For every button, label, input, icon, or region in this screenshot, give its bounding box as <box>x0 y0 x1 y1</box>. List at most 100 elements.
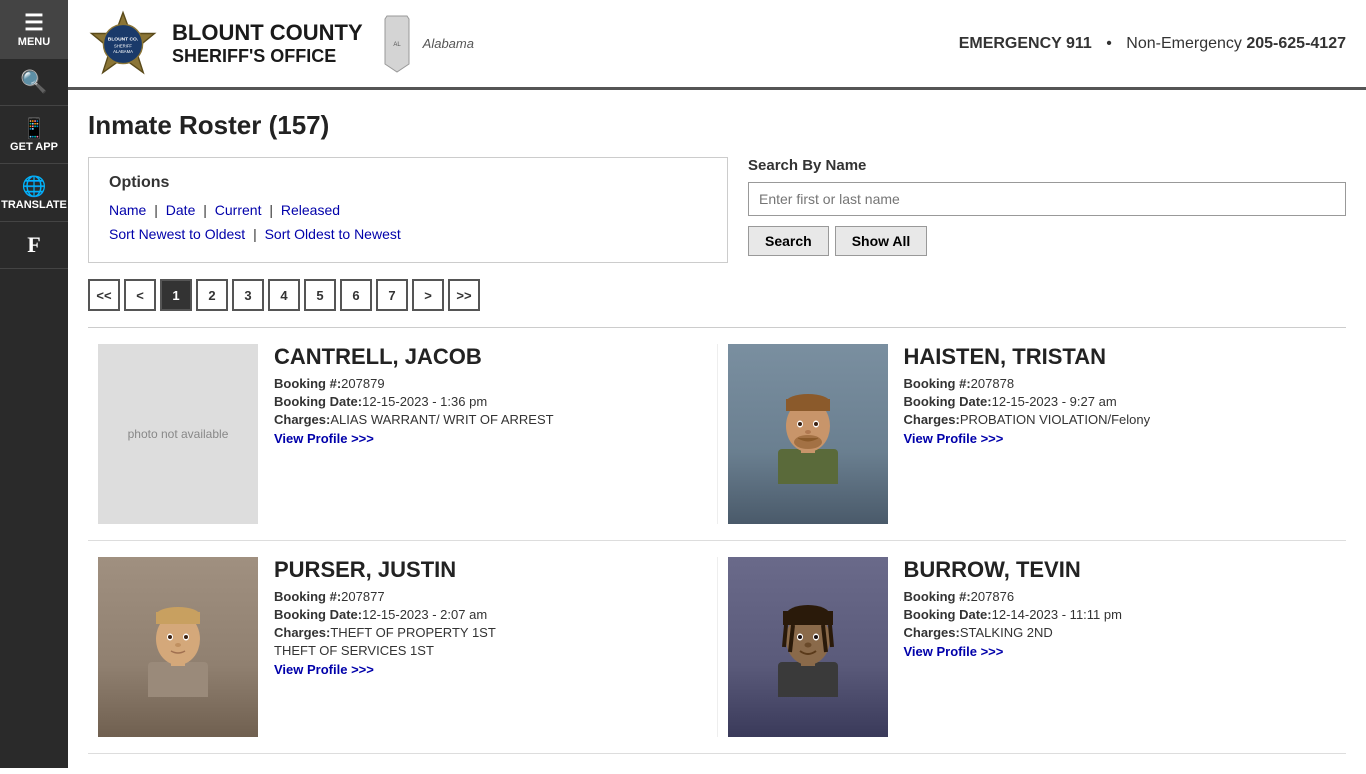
separator: • <box>1106 35 1112 52</box>
booking-num: Booking #:207876 <box>904 589 1122 604</box>
sep2: | <box>203 202 211 218</box>
inmate-name: PURSER, JUSTIN <box>274 557 496 583</box>
globe-icon: 🌐 <box>22 174 47 199</box>
booking-num: Booking #:207879 <box>274 376 554 391</box>
page-btn-6[interactable]: 6 <box>340 279 372 311</box>
inmate-photo-cantrell: photo not available <box>98 344 258 524</box>
charges: Charges:THEFT OF PROPERTY 1ST <box>274 625 496 640</box>
svg-text:AL: AL <box>393 42 401 48</box>
sidebar-menu-label: MENU <box>18 36 50 48</box>
inmate-list: photo not available CANTRELL, JACOB Book… <box>88 327 1346 754</box>
inmate-photo-haisten <box>728 344 888 524</box>
page-btn-7[interactable]: 7 <box>376 279 408 311</box>
page-btn-[interactable]: > <box>412 279 444 311</box>
inmate-name: BURROW, TEVIN <box>904 557 1122 583</box>
sidebar-item-search[interactable]: 🔍 <box>0 59 68 106</box>
search-button[interactable]: Search <box>748 226 829 256</box>
page-btn-3[interactable]: 3 <box>232 279 264 311</box>
booking-date: Booking Date:12-15-2023 - 9:27 am <box>904 394 1151 409</box>
sep3: | <box>269 202 277 218</box>
sidebar-item-translate[interactable]: 🌐 TRANSLATE <box>0 164 68 222</box>
facebook-icon: f <box>27 232 40 258</box>
sort-oldest-link[interactable]: Sort Oldest to Newest <box>265 226 401 242</box>
inmate-cantrell: photo not available CANTRELL, JACOB Book… <box>88 344 717 524</box>
booking-date: Booking Date:12-14-2023 - 11:11 pm <box>904 607 1122 622</box>
page-btn-[interactable]: >> <box>448 279 480 311</box>
inmate-info-haisten: HAISTEN, TRISTAN Booking #:207878 Bookin… <box>904 344 1151 524</box>
state-outline-icon: AL <box>377 14 417 74</box>
page-btn-1[interactable]: 1 <box>160 279 192 311</box>
sheriff-badge-icon: BLOUNT CO. SHERIFF ALABAMA <box>88 9 158 79</box>
options-heading: Options <box>109 174 707 192</box>
sidebar-item-facebook[interactable]: f <box>0 222 68 269</box>
pagination: <<<1234567>>> <box>88 279 1346 311</box>
page-btn-5[interactable]: 5 <box>304 279 336 311</box>
view-profile-link[interactable]: View Profile >>> <box>904 431 1151 446</box>
agency-line1: BLOUNT COUNTY <box>172 20 363 46</box>
inmate-haisten: HAISTEN, TRISTAN Booking #:207878 Bookin… <box>717 344 1347 524</box>
page-title: Inmate Roster (157) <box>88 110 1346 141</box>
sort-newest-link[interactable]: Sort Newest to Oldest <box>109 226 245 242</box>
svg-text:ALABAMA: ALABAMA <box>113 49 133 54</box>
phone-icon: 📱 <box>22 116 47 141</box>
charges-2: THEFT OF SERVICES 1ST <box>274 643 496 658</box>
inmate-info-burrow: BURROW, TEVIN Booking #:207876 Booking D… <box>904 557 1122 737</box>
search-box: Search By Name Search Show All <box>748 157 1346 256</box>
state-label: Alabama <box>423 36 474 51</box>
inmate-info-purser: PURSER, JUSTIN Booking #:207877 Booking … <box>274 557 496 737</box>
inmate-photo-burrow <box>728 557 888 737</box>
emergency-label: EMERGENCY 911 <box>959 35 1092 52</box>
charges: Charges:ALIAS WARRANT/ WRIT OF ARREST <box>274 412 554 427</box>
svg-text:BLOUNT CO.: BLOUNT CO. <box>108 36 139 42</box>
view-profile-link[interactable]: View Profile >>> <box>274 431 554 446</box>
getapp-label: GET APP <box>10 141 58 153</box>
search-buttons: Search Show All <box>748 226 1346 256</box>
booking-date: Booking Date:12-15-2023 - 2:07 am <box>274 607 496 622</box>
filter-current-link[interactable]: Current <box>215 202 262 218</box>
inmate-row: photo not available CANTRELL, JACOB Book… <box>88 328 1346 541</box>
page-btn-[interactable]: < <box>124 279 156 311</box>
inmate-row: PURSER, JUSTIN Booking #:207877 Booking … <box>88 541 1346 754</box>
agency-line2: SHERIFF'S OFFICE <box>172 46 363 67</box>
page-btn-[interactable]: << <box>88 279 120 311</box>
inmate-name: HAISTEN, TRISTAN <box>904 344 1151 370</box>
booking-date: Booking Date:12-15-2023 - 1:36 pm <box>274 394 554 409</box>
search-input[interactable] <box>748 182 1346 216</box>
header-emergency: EMERGENCY 911 • Non-Emergency 205-625-41… <box>959 35 1346 53</box>
page-btn-4[interactable]: 4 <box>268 279 300 311</box>
inmate-info-cantrell: CANTRELL, JACOB Booking #:207879 Booking… <box>274 344 554 524</box>
booking-num: Booking #:207878 <box>904 376 1151 391</box>
filter-released-link[interactable]: Released <box>281 202 340 218</box>
main-content: Inmate Roster (157) Options Name | Date … <box>68 90 1366 774</box>
menu-icon: ☰ <box>24 10 44 36</box>
no-photo-label: photo not available <box>128 427 229 441</box>
header-left: BLOUNT CO. SHERIFF ALABAMA BLOUNT COUNTY… <box>88 9 474 79</box>
view-profile-link[interactable]: View Profile >>> <box>274 662 496 677</box>
mugshot-haisten-svg <box>768 384 848 484</box>
sidebar-item-menu[interactable]: ☰ MENU <box>0 0 68 59</box>
charges: Charges:STALKING 2ND <box>904 625 1122 640</box>
sidebar-item-getapp[interactable]: 📱 GET APP <box>0 106 68 164</box>
mugshot-burrow-svg <box>768 597 848 697</box>
filter-name-link[interactable]: Name <box>109 202 146 218</box>
sidebar: ☰ MENU 🔍 📱 GET APP 🌐 TRANSLATE f <box>0 0 68 768</box>
filter-date-link[interactable]: Date <box>166 202 196 218</box>
inmate-purser: PURSER, JUSTIN Booking #:207877 Booking … <box>88 557 717 737</box>
search-icon: 🔍 <box>20 69 47 95</box>
options-box: Options Name | Date | Current | Released… <box>88 157 728 263</box>
svg-text:SHERIFF: SHERIFF <box>114 43 132 48</box>
inmate-photo-purser <box>98 557 258 737</box>
show-all-button[interactable]: Show All <box>835 226 928 256</box>
sort-sep: | <box>253 226 261 242</box>
options-links: Name | Date | Current | Released <box>109 202 707 218</box>
mugshot-purser-svg <box>138 597 218 697</box>
page-btn-2[interactable]: 2 <box>196 279 228 311</box>
view-profile-link[interactable]: View Profile >>> <box>904 644 1122 659</box>
nonemergency-number: 205-625-4127 <box>1246 35 1346 52</box>
nonemergency-label: Non-Emergency <box>1126 35 1242 52</box>
search-label: Search By Name <box>748 157 1346 174</box>
charges: Charges:PROBATION VIOLATION/Felony <box>904 412 1151 427</box>
translate-label: TRANSLATE <box>1 199 67 211</box>
sep1: | <box>154 202 162 218</box>
inmate-name: CANTRELL, JACOB <box>274 344 554 370</box>
